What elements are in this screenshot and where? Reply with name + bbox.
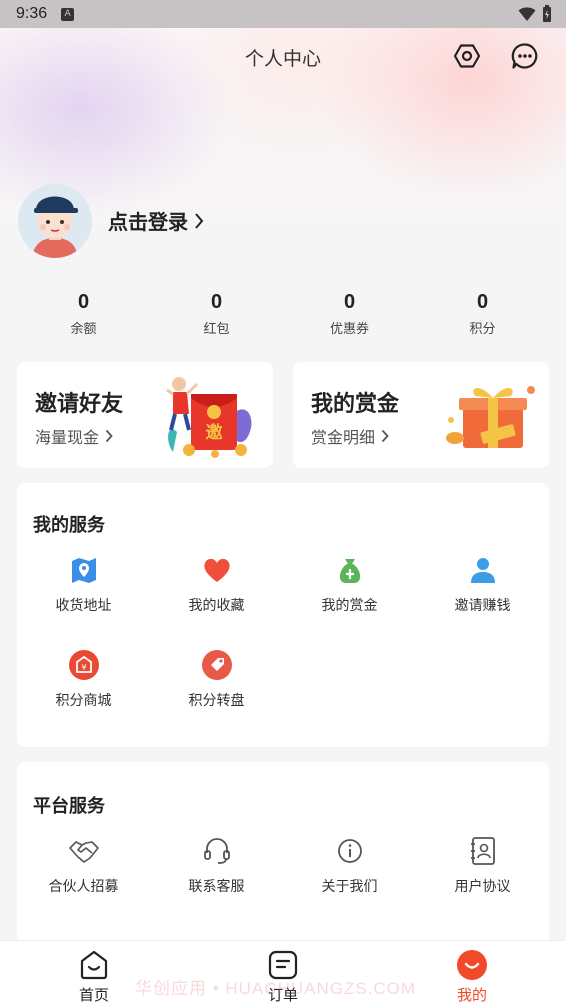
platform-partner[interactable]: 合伙人招募 — [17, 834, 150, 896]
bottom-nav: 首页 订单 我的 — [0, 940, 566, 1006]
messages-button[interactable] — [509, 40, 541, 72]
platform-services-title: 平台服务 — [33, 796, 105, 817]
service-invite[interactable]: 邀请赚钱 — [416, 553, 549, 615]
chevron-right-icon — [195, 212, 204, 229]
bounty-subtitle: 赏金明细 — [311, 428, 376, 447]
nav-label: 我的 — [456, 986, 487, 1004]
service-label: 积分商城 — [55, 693, 112, 709]
contact-book-icon — [470, 837, 495, 865]
profile-smile-icon — [457, 950, 487, 980]
info-icon — [337, 839, 362, 863]
stat-label: 红包 — [203, 322, 230, 337]
chevron-right-icon — [381, 429, 389, 443]
service-label: 积分转盘 — [188, 693, 245, 709]
shop-icon: ¥ — [68, 650, 99, 680]
stat-balance[interactable]: 0 余额 — [17, 288, 150, 337]
login-link[interactable]: 点击登录 — [108, 206, 204, 235]
status-bar: 9:36 A — [0, 0, 566, 28]
platform-customer-service[interactable]: 联系客服 — [150, 834, 283, 896]
map-pin-icon — [71, 558, 96, 583]
settings-button[interactable] — [451, 40, 483, 72]
stat-label: 优惠券 — [329, 322, 369, 337]
service-favorites[interactable]: 我的收藏 — [150, 553, 283, 615]
heart-icon — [203, 558, 230, 582]
settings-hexagon-icon — [453, 44, 481, 68]
avatar[interactable] — [18, 184, 92, 258]
status-time: 9:36 — [16, 5, 48, 22]
invite-friends-card[interactable]: 邀请好友 海量现金 邀 — [17, 362, 273, 468]
invite-subtitle-row: 海量现金 — [35, 424, 113, 448]
stat-value: 0 — [77, 291, 90, 313]
chat-bubble-icon — [511, 43, 538, 69]
invite-subtitle: 海量现金 — [35, 428, 100, 447]
invite-title: 邀请好友 — [35, 392, 124, 417]
svg-text:¥: ¥ — [81, 663, 86, 672]
platform-label: 联系客服 — [188, 879, 245, 895]
tag-icon — [201, 650, 232, 680]
nav-mine[interactable]: 我的 — [422, 941, 522, 1006]
service-points-wheel[interactable]: 积分转盘 — [150, 648, 283, 710]
my-services-card: 我的服务 收货地址 我的收藏 我的赏金 邀请赚钱 ¥ 积分商城 积分转盘 — [17, 483, 549, 747]
headset-icon — [203, 838, 230, 864]
stat-coupons[interactable]: 0 优惠券 — [283, 288, 416, 337]
money-bag-icon — [339, 559, 360, 583]
platform-label: 合伙人招募 — [48, 879, 119, 895]
platform-services-card: 平台服务 合伙人招募 联系客服 关于我们 用户协议 — [17, 762, 549, 962]
service-label: 我的赏金 — [321, 598, 378, 614]
stat-label: 积分 — [469, 322, 496, 337]
gift-box-illustration — [446, 386, 535, 448]
battery-icon — [543, 5, 551, 22]
home-icon — [80, 950, 108, 980]
nav-label: 首页 — [78, 986, 109, 1004]
chevron-right-icon — [105, 429, 113, 443]
my-services-title: 我的服务 — [33, 515, 105, 536]
orders-icon — [268, 950, 298, 980]
nav-home[interactable]: 首页 — [44, 941, 144, 1006]
stat-points[interactable]: 0 积分 — [416, 288, 549, 337]
service-label: 我的收藏 — [188, 598, 245, 614]
service-address[interactable]: 收货地址 — [17, 553, 150, 615]
service-bounty[interactable]: 我的赏金 — [283, 553, 416, 615]
handshake-icon — [68, 841, 99, 863]
service-points-mall[interactable]: ¥ 积分商城 — [17, 648, 150, 710]
stat-red-packet[interactable]: 0 红包 — [150, 288, 283, 337]
nav-label: 订单 — [267, 986, 298, 1004]
bounty-title: 我的赏金 — [311, 392, 400, 417]
login-label: 点击登录 — [108, 210, 188, 234]
user-icon — [470, 558, 495, 583]
nav-orders[interactable]: 订单 — [233, 941, 333, 1006]
avatar-image — [18, 184, 92, 258]
stat-label: 余额 — [70, 322, 97, 337]
invite-badge: 邀 — [206, 422, 223, 443]
wifi-icon — [518, 7, 536, 21]
notification-icon: A — [61, 7, 75, 21]
platform-about[interactable]: 关于我们 — [283, 834, 416, 896]
stat-value: 0 — [343, 291, 356, 313]
platform-user-agreement[interactable]: 用户协议 — [416, 834, 549, 896]
service-label: 邀请赚钱 — [454, 598, 511, 614]
platform-label: 用户协议 — [454, 879, 511, 895]
stat-value: 0 — [210, 291, 223, 313]
stats-row: 0 余额 0 红包 0 优惠券 0 积分 — [17, 288, 549, 337]
platform-label: 关于我们 — [321, 879, 378, 895]
red-envelope-illustration: 邀 — [166, 377, 252, 458]
my-bounty-card[interactable]: 我的赏金 赏金明细 — [293, 362, 549, 468]
bounty-subtitle-row: 赏金明细 — [311, 424, 389, 448]
service-label: 收货地址 — [55, 598, 112, 614]
stat-value: 0 — [476, 291, 489, 313]
